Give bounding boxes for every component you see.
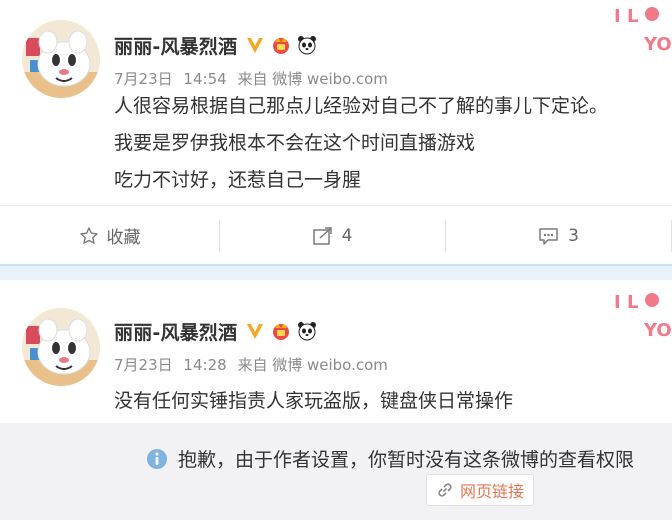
panda-icon[interactable] — [297, 35, 317, 55]
love-you-sticker: I L YO — [614, 292, 672, 341]
verified-v-icon — [247, 38, 264, 53]
post-line: 人很容易根据自己那点儿经验对自己不了解的事儿下定论。 — [114, 95, 609, 117]
card-separator — [0, 264, 672, 280]
comment-icon — [539, 227, 558, 245]
username[interactable]: 丽丽-风暴烈酒 — [114, 318, 237, 345]
comment-count: 3 — [568, 225, 579, 246]
post-date[interactable]: 7月23日 — [114, 70, 173, 88]
action-bar: 收藏 4 3 — [0, 205, 672, 264]
post-text: 人很容易根据自己那点儿经验对自己不了解的事儿下定论。 我要是罗伊我根本不会在这个… — [114, 88, 608, 199]
comment-button[interactable]: 3 — [445, 206, 672, 264]
post-meta: 7月23日 14:54 来自 微博 weibo.com — [114, 68, 388, 89]
notice-text: 抱歉，由于作者设置，你暂时没有这条微博的查看权限 — [178, 449, 635, 471]
link-icon — [438, 483, 452, 497]
post-source: 来自 微博 weibo.com — [237, 70, 388, 88]
crown-badge-icon[interactable] — [271, 35, 291, 55]
post-time[interactable]: 14:54 — [183, 70, 226, 88]
avatar[interactable] — [22, 20, 100, 98]
post-line: 吃力不讨好，还惹自己一身腥 — [114, 169, 362, 191]
post-source: 来自 微博 weibo.com — [237, 356, 388, 374]
restricted-notice: 抱歉，由于作者设置，你暂时没有这条微博的查看权限 网页链接 — [0, 423, 672, 520]
avatar[interactable] — [22, 308, 100, 386]
post-time[interactable]: 14:28 — [183, 356, 226, 374]
share-icon — [312, 226, 332, 245]
verified-v-icon — [247, 324, 264, 339]
panda-icon[interactable] — [297, 321, 317, 341]
favorite-label: 收藏 — [106, 228, 141, 248]
weibo-card: I L YO 丽丽-风暴烈酒 — [0, 0, 672, 264]
svg-text:I L: I L — [614, 6, 638, 27]
svg-text:YO: YO — [643, 320, 672, 341]
star-icon — [79, 226, 98, 244]
svg-text:YO: YO — [643, 34, 672, 55]
info-icon — [147, 448, 167, 469]
web-link-label: 网页链接 — [460, 482, 525, 501]
crown-badge-icon[interactable] — [271, 321, 291, 341]
web-link-button[interactable]: 网页链接 — [426, 474, 535, 506]
post-line: 我要是罗伊我根本不会在这个时间直播游戏 — [114, 132, 476, 154]
post-line: 没有任何实锤指责人家玩盗版，键盘侠日常操作 — [114, 390, 514, 412]
favorite-button[interactable]: 收藏 — [0, 206, 219, 264]
repost-count: 4 — [341, 225, 353, 246]
repost-button[interactable]: 4 — [219, 206, 445, 264]
svg-text:I L: I L — [614, 292, 638, 313]
post-meta: 7月23日 14:28 来自 微博 weibo.com — [114, 354, 388, 375]
post-date[interactable]: 7月23日 — [114, 356, 173, 374]
post-text: 没有任何实锤指责人家玩盗版，键盘侠日常操作 — [114, 383, 513, 420]
love-you-sticker: I L YO — [614, 6, 672, 55]
username[interactable]: 丽丽-风暴烈酒 — [114, 32, 237, 59]
